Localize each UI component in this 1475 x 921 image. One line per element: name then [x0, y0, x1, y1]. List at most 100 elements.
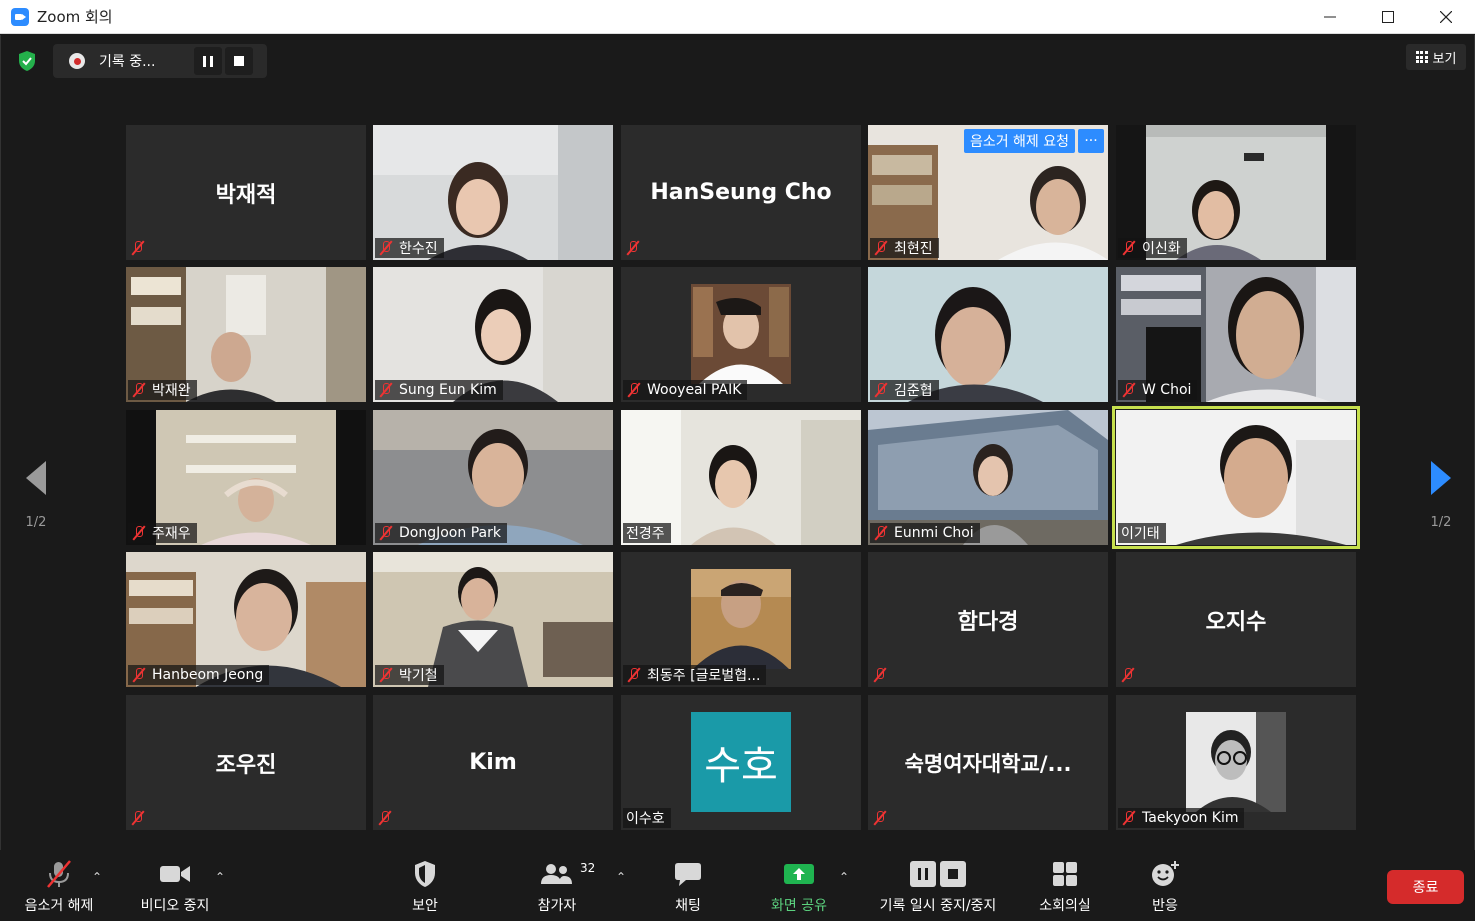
participant-name-display: HanSeung Cho: [650, 180, 832, 205]
meeting-toolbar: 음소거 해제 ⌃ 비디오 중지 ⌃ 보안 32 참가자 ⌃ 채팅 화면 공유 ⌃…: [0, 850, 1475, 921]
participants-options-caret-icon[interactable]: ⌃: [616, 870, 626, 884]
video-tile[interactable]: 박기철: [373, 552, 613, 687]
participant-name-display: 박재적: [215, 182, 277, 208]
pause-stop-recording-label: 기록 일시 중지/중지: [879, 898, 997, 914]
pause-recording-button[interactable]: [194, 47, 222, 75]
maximize-button[interactable]: [1359, 0, 1417, 34]
name-tag: Sung Eun Kim: [375, 380, 503, 400]
name-tag: 이수호: [623, 808, 671, 828]
participant-name: 이수호: [626, 811, 665, 827]
muted-mic-icon: [131, 525, 147, 541]
video-tile[interactable]: 조우진: [126, 695, 366, 830]
participant-name-display: 숙명여자대학교/...: [904, 751, 1072, 776]
video-tile[interactable]: 최동주 [글로벌협...: [621, 552, 861, 687]
video-tile[interactable]: 전경주: [621, 410, 861, 545]
meeting-area: 기록 중... 보기 1/2 1/2 박재적 한수진 HanSeung Cho: [0, 35, 1475, 921]
muted-microphone-icon: [44, 855, 74, 893]
stop-video-button[interactable]: 비디오 중지: [134, 850, 216, 921]
record-controls-icon: [908, 855, 968, 893]
participant-name: 박재완: [152, 383, 191, 399]
share-screen-button[interactable]: 화면 공유: [763, 850, 835, 921]
unmute-label: 음소거 해제: [24, 898, 94, 914]
video-tile[interactable]: W Choi: [1116, 267, 1356, 402]
audio-options-caret-icon[interactable]: ⌃: [92, 870, 102, 884]
video-tile[interactable]: 한수진: [373, 125, 613, 260]
video-tile[interactable]: 박재완: [126, 267, 366, 402]
previous-page-button[interactable]: 1/2: [16, 450, 56, 540]
page-indicator-right: 1/2: [1430, 514, 1452, 530]
stop-icon: [234, 56, 244, 66]
stop-recording-button[interactable]: [225, 47, 253, 75]
window-titlebar: Zoom 회의: [0, 0, 1475, 34]
video-tile[interactable]: 박재적: [126, 125, 366, 260]
encryption-shield-icon[interactable]: [13, 47, 41, 75]
unmute-request-button[interactable]: 음소거 해제 요청: [963, 129, 1075, 153]
name-tag: 주재우: [128, 523, 197, 543]
muted-mic-icon: [1120, 667, 1136, 683]
pause-stop-recording-button[interactable]: 기록 일시 중지/중지: [868, 850, 1008, 921]
muted-mic-icon: [130, 810, 146, 826]
share-options-caret-icon[interactable]: ⌃: [839, 870, 849, 884]
video-tile[interactable]: DongJoon Park: [373, 410, 613, 545]
shield-icon: [413, 855, 437, 893]
participant-name-display: 조우진: [215, 752, 277, 778]
name-tag: 박재완: [128, 380, 197, 400]
zoom-app-icon: [11, 7, 29, 26]
name-tag: Hanbeom Jeong: [128, 665, 270, 685]
breakout-rooms-button[interactable]: 소회의실: [1030, 850, 1100, 921]
name-tag: 한수진: [375, 238, 444, 258]
arrow-left-icon: [26, 460, 46, 495]
end-meeting-button[interactable]: 종료: [1387, 870, 1464, 904]
maximize-icon: [1382, 11, 1394, 23]
view-button[interactable]: 보기: [1406, 44, 1466, 70]
window-controls: [1301, 0, 1475, 34]
name-tag: [1118, 665, 1143, 685]
share-screen-label: 화면 공유: [771, 898, 827, 914]
participant-name: W Choi: [1142, 382, 1192, 398]
security-button[interactable]: 보안: [395, 850, 455, 921]
video-tile[interactable]: 김준협: [868, 267, 1108, 402]
video-tile[interactable]: 수호 이수호: [621, 695, 861, 830]
video-tile[interactable]: Hanbeom Jeong: [126, 552, 366, 687]
name-tag: Eunmi Choi: [870, 523, 980, 543]
video-tile-active-speaker[interactable]: 이기태: [1112, 406, 1360, 549]
minimize-button[interactable]: [1301, 0, 1359, 34]
video-options-caret-icon[interactable]: ⌃: [215, 870, 225, 884]
video-tile[interactable]: 이신화: [1116, 125, 1356, 260]
close-window-button[interactable]: [1417, 0, 1475, 34]
name-tag: 최현진: [870, 238, 939, 258]
video-tile[interactable]: Sung Eun Kim: [373, 267, 613, 402]
unmute-button[interactable]: 음소거 해제: [18, 850, 100, 921]
participants-button[interactable]: 32 참가자: [526, 850, 596, 921]
reactions-button[interactable]: 반응: [1140, 850, 1190, 921]
video-tile[interactable]: HanSeung Cho: [621, 125, 861, 260]
more-options-button[interactable]: ···: [1078, 129, 1104, 153]
name-tag: Wooyeal PAIK: [623, 380, 748, 400]
chat-bubble-icon: [674, 855, 702, 893]
video-tile[interactable]: Taekyoon Kim: [1116, 695, 1356, 830]
muted-mic-icon: [873, 240, 889, 256]
participant-name: 한수진: [399, 241, 438, 257]
video-tile[interactable]: Wooyeal PAIK: [621, 267, 861, 402]
name-tag: 이기태: [1118, 523, 1166, 543]
muted-mic-icon: [378, 240, 394, 256]
chat-label: 채팅: [675, 898, 701, 914]
participant-name: Hanbeom Jeong: [152, 667, 264, 683]
next-page-button[interactable]: 1/2: [1421, 450, 1461, 540]
video-tile[interactable]: 오지수: [1116, 552, 1356, 687]
video-tile[interactable]: 숙명여자대학교/...: [868, 695, 1108, 830]
participant-name: 김준협: [894, 383, 933, 399]
video-tile[interactable]: 음소거 해제 요청 ··· 최현진: [868, 125, 1108, 260]
avatar: 수호: [691, 712, 791, 812]
chat-button[interactable]: 채팅: [663, 850, 713, 921]
name-tag: [128, 238, 153, 258]
participant-name: Wooyeal PAIK: [647, 382, 742, 398]
video-tile[interactable]: 함다경: [868, 552, 1108, 687]
muted-mic-icon: [872, 667, 888, 683]
video-tile[interactable]: Eunmi Choi: [868, 410, 1108, 545]
video-tile[interactable]: 주재우: [126, 410, 366, 545]
pause-icon: [203, 55, 213, 67]
video-tile[interactable]: Kim: [373, 695, 613, 830]
name-tag: [375, 808, 400, 828]
participant-name: Eunmi Choi: [894, 525, 974, 541]
